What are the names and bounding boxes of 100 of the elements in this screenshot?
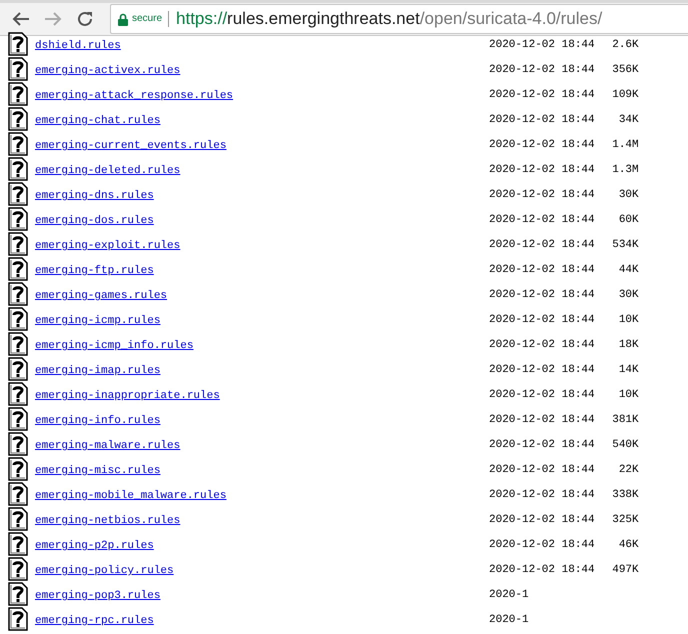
- unknown-file-icon: [8, 356, 28, 380]
- modified-date: 2020-1: [489, 588, 529, 600]
- file-link[interactable]: emerging-netbios.rules: [35, 510, 489, 527]
- unknown-file-icon: [8, 332, 28, 356]
- modified-date: 2020-12-02 18:44: [489, 112, 595, 126]
- unknown-file-icon: [8, 532, 28, 556]
- modified-date: 2020-12-02 18:44: [489, 288, 595, 300]
- modified-date: 2020-12-02 18:44: [489, 312, 595, 326]
- file-size: 381K: [611, 412, 639, 426]
- unknown-file-icon: [8, 582, 28, 606]
- file-link[interactable]: emerging-info.rules: [35, 410, 489, 427]
- modified-date: 2020-12-02 18:44: [489, 162, 595, 176]
- file-size: 540K: [611, 438, 639, 450]
- file-link[interactable]: emerging-misc.rules: [35, 460, 489, 477]
- file-size: 10K: [618, 388, 639, 400]
- file-link[interactable]: emerging-inappropriate.rules: [35, 385, 489, 402]
- modified-date: 2020-12-02 18:44: [489, 88, 595, 100]
- modified-date: 2020-12-02 18:44: [489, 538, 595, 550]
- unknown-file-icon: [8, 406, 28, 430]
- modified-date: 2020-12-02 18:44: [489, 62, 595, 76]
- modified-date: 2020-12-02 18:44: [489, 512, 595, 526]
- modified-date: 2020-12-02 18:44: [489, 238, 595, 250]
- file-link[interactable]: dshield.rules: [35, 35, 489, 52]
- modified-date: 2020-12-02 18:44: [489, 188, 595, 200]
- unknown-file-icon: [8, 382, 28, 406]
- file-size: 18K: [618, 338, 639, 350]
- forward-arrow-icon: [44, 12, 62, 26]
- modified-date: 2020-12-02 18:44: [489, 438, 595, 450]
- file-size: 325K: [611, 512, 639, 526]
- unknown-file-icon: [8, 232, 28, 256]
- unknown-file-icon: [8, 56, 28, 80]
- file-link[interactable]: emerging-deleted.rules: [35, 160, 489, 177]
- unknown-file-icon: [8, 182, 28, 206]
- file-link[interactable]: emerging-policy.rules: [35, 560, 489, 577]
- file-size: 109K: [611, 88, 639, 100]
- file-link[interactable]: emerging-mobile_malware.rules: [35, 485, 489, 502]
- file-link[interactable]: emerging-activex.rules: [35, 60, 489, 77]
- modified-date: 2020-12-02 18:44: [489, 388, 595, 400]
- secure-label: secure: [132, 11, 170, 27]
- file-link[interactable]: emerging-games.rules: [35, 285, 489, 302]
- file-size: 30K: [618, 288, 639, 300]
- file-size: 60K: [618, 212, 639, 226]
- file-size: 34K: [618, 112, 639, 126]
- file-link[interactable]: emerging-exploit.rules: [35, 235, 489, 252]
- modified-date: 2020-12-02 18:44: [489, 338, 595, 350]
- file-link[interactable]: emerging-ftp.rules: [35, 260, 489, 277]
- file-size: 338K: [611, 488, 639, 500]
- file-link[interactable]: emerging-attack_response.rules: [35, 85, 489, 102]
- url-text: https://rules.emergingthreats.net/open/suricata-4.0/rules/: [176, 9, 602, 29]
- file-size: 1.4M: [611, 138, 639, 150]
- modified-date: 2020-12-02 18:44: [489, 38, 595, 50]
- file-size: 2.6K: [611, 38, 639, 50]
- modified-date: 2020-12-02 18:44: [489, 462, 595, 476]
- file-link[interactable]: emerging-imap.rules: [35, 360, 489, 377]
- unknown-file-icon: [8, 32, 28, 56]
- modified-date: 2020-12-02 18:44: [489, 562, 595, 576]
- unknown-file-icon: [8, 606, 28, 630]
- unknown-file-icon: [8, 256, 28, 280]
- unknown-file-icon: [8, 206, 28, 230]
- unknown-file-icon: [8, 482, 28, 506]
- unknown-file-icon: [8, 106, 28, 130]
- file-link[interactable]: emerging-dns.rules: [35, 185, 489, 202]
- file-link[interactable]: emerging-dos.rules: [35, 210, 489, 227]
- file-link[interactable]: emerging-chat.rules: [35, 110, 489, 127]
- modified-date: 2020-12-02 18:44: [489, 488, 595, 500]
- file-link[interactable]: emerging-pop3.rules: [35, 585, 489, 602]
- file-size: 30K: [618, 188, 639, 200]
- file-link[interactable]: emerging-current_events.rules: [35, 135, 489, 152]
- file-link[interactable]: emerging-p2p.rules: [35, 535, 489, 552]
- unknown-file-icon: [8, 432, 28, 456]
- modified-date: 2020-1: [489, 612, 529, 626]
- file-size: 497K: [611, 562, 639, 576]
- file-size: 10K: [618, 312, 639, 326]
- file-size: 14K: [618, 362, 639, 376]
- unknown-file-icon: [8, 156, 28, 180]
- file-size: 46K: [618, 538, 639, 550]
- file-size: 1.3M: [611, 162, 639, 176]
- unknown-file-icon: [8, 306, 28, 330]
- file-size: 44K: [618, 262, 639, 276]
- unknown-file-icon: [8, 132, 28, 156]
- unknown-file-icon: [8, 456, 28, 480]
- modified-date: 2020-12-02 18:44: [489, 412, 595, 426]
- file-link[interactable]: emerging-icmp.rules: [35, 310, 489, 327]
- reload-icon: [76, 10, 94, 28]
- file-link[interactable]: emerging-rpc.rules: [35, 610, 489, 627]
- unknown-file-icon: [8, 506, 28, 530]
- lock-icon: [118, 12, 128, 26]
- file-link[interactable]: emerging-malware.rules: [35, 435, 489, 452]
- modified-date: 2020-12-02 18:44: [489, 362, 595, 376]
- modified-date: 2020-12-02 18:44: [489, 138, 595, 150]
- back-arrow-icon: [12, 12, 30, 26]
- file-link[interactable]: emerging-icmp_info.rules: [35, 335, 489, 352]
- unknown-file-icon: [8, 282, 28, 306]
- file-size: 356K: [611, 62, 639, 76]
- file-size: 534K: [611, 238, 639, 250]
- address-bar[interactable]: secure https://rules.emergingthreats.net/open/suricata-4.0/rules/: [110, 4, 688, 34]
- modified-date: 2020-12-02 18:44: [489, 262, 595, 276]
- unknown-file-icon: [8, 82, 28, 106]
- modified-date: 2020-12-02 18:44: [489, 212, 595, 226]
- file-size: 22K: [618, 462, 639, 476]
